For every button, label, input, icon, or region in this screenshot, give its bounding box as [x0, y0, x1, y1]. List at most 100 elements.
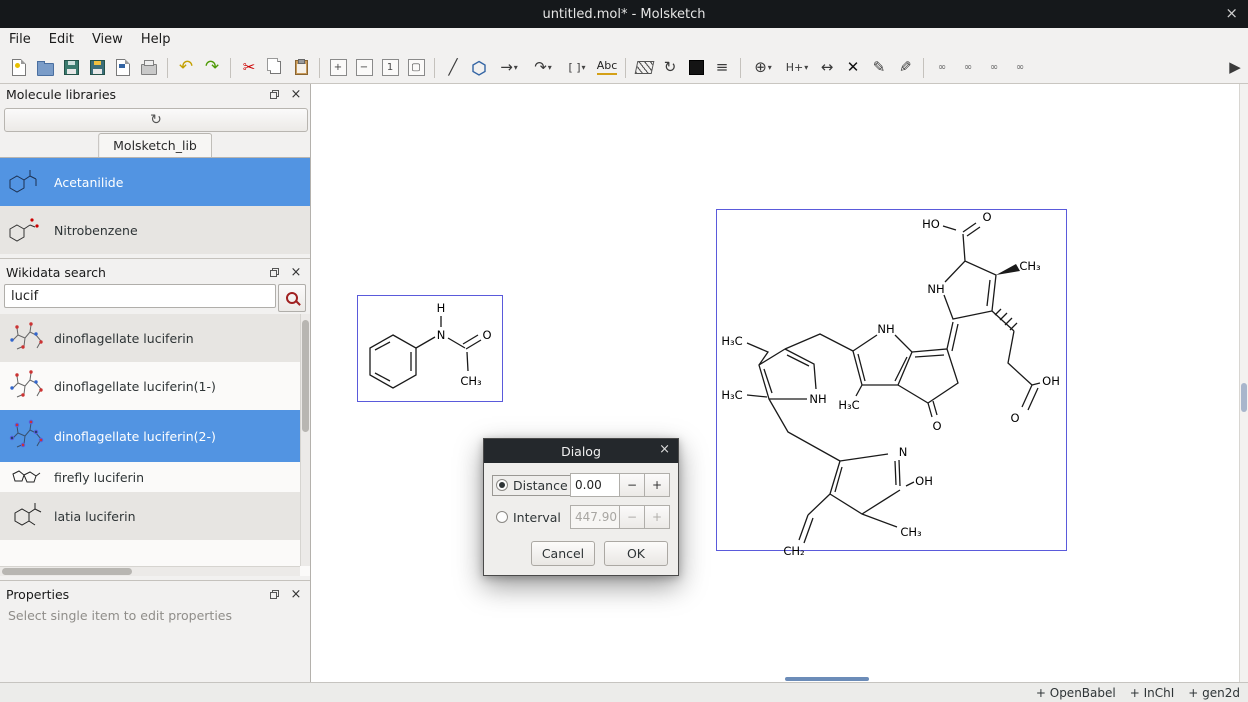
menu-view[interactable]: View — [83, 28, 132, 52]
redo-button[interactable]: ↷ — [199, 55, 225, 81]
openbabel-tool-3-button[interactable]: ∞ — [981, 55, 1007, 81]
zoom-fit-button[interactable]: ▢ — [403, 55, 429, 81]
menu-help[interactable]: Help — [132, 28, 180, 52]
toolbar-extension-button[interactable]: ▶ — [1222, 55, 1248, 81]
library-panel-title: Molecule libraries — [6, 87, 260, 102]
new-file-button[interactable] — [6, 55, 32, 81]
interval-radio[interactable] — [496, 511, 508, 523]
interval-option[interactable]: Interval — [492, 507, 568, 528]
atom-label: O — [1010, 411, 1019, 425]
library-item-acetanilide[interactable]: Acetanilide — [0, 158, 310, 206]
tab-molsketch-lib[interactable]: Molsketch_lib — [98, 133, 212, 157]
wikidata-item-dinoflagellate-luciferin-2[interactable]: dinoflagellate luciferin(2-) — [0, 410, 300, 462]
acetanilide-molecule[interactable]: H N O CH₃ — [370, 301, 492, 388]
toolbar-separator — [230, 58, 231, 78]
export-button[interactable] — [110, 55, 136, 81]
open-file-button[interactable] — [32, 55, 58, 81]
mechanism-arrow-button[interactable]: ↷▾ — [526, 55, 560, 81]
properties-panel-close-button[interactable]: × — [288, 586, 304, 602]
wikidata-item-label: dinoflagellate luciferin(1-) — [54, 379, 216, 394]
save-as-icon — [90, 60, 105, 75]
menu-file[interactable]: File — [0, 28, 40, 52]
distance-value-input[interactable]: 0.00 — [570, 473, 620, 497]
canvas-vertical-scrollbar[interactable] — [1239, 84, 1248, 682]
scrollbar-thumb[interactable] — [1241, 383, 1247, 412]
interval-value-input[interactable]: 447.90 — [570, 505, 620, 529]
zoom-in-button[interactable]: + — [325, 55, 351, 81]
large-molecule[interactable]: HO O CH₃ NH NH H₃C H₃C NH H₃C O OH O N O… — [721, 210, 1060, 558]
wikidata-panel-float-button[interactable] — [266, 264, 282, 280]
mechanism-arrow-icon: ↷ — [534, 60, 547, 75]
charge-tool-button[interactable]: ⊕▾ — [746, 55, 780, 81]
distance-decrement-button[interactable]: − — [619, 473, 645, 497]
canvas-horizontal-scrollbar-thumb[interactable] — [785, 677, 869, 681]
pen-tool-2-button[interactable]: ✎ — [892, 55, 918, 81]
copy-button[interactable] — [262, 55, 288, 81]
wikidata-item-firefly-luciferin[interactable]: firefly luciferin — [0, 462, 300, 492]
line-width-button[interactable]: ≡ — [709, 55, 735, 81]
ring-tool-button[interactable] — [466, 55, 492, 81]
flip-tool-button[interactable]: ↔ — [814, 55, 840, 81]
zoom-original-icon: 1 — [382, 59, 399, 76]
interval-decrement-button[interactable]: − — [619, 505, 645, 529]
dialog-titlebar[interactable]: Dialog × — [484, 439, 678, 463]
rotate-tool-button[interactable]: ↻ — [657, 55, 683, 81]
library-panel-close-button[interactable]: × — [288, 86, 304, 102]
toolbar-separator — [923, 58, 924, 78]
dialog-title: Dialog — [561, 444, 601, 459]
scrollbar-thumb[interactable] — [302, 320, 309, 432]
draw-bond-button[interactable]: ╱ — [440, 55, 466, 81]
interval-increment-button[interactable]: + — [644, 505, 670, 529]
dialog-close-button[interactable]: × — [659, 442, 670, 457]
open-folder-icon — [37, 63, 54, 76]
wikidata-search-input[interactable] — [4, 284, 276, 308]
text-tool-button[interactable]: Abc — [594, 55, 620, 81]
color-swatch-button[interactable] — [683, 55, 709, 81]
print-button[interactable] — [136, 55, 162, 81]
hatch-pattern-button[interactable] — [631, 55, 657, 81]
bracket-tool-button[interactable]: [ ]▾ — [560, 55, 594, 81]
dropdown-caret-icon: ▾ — [804, 63, 808, 72]
delete-tool-button[interactable]: ✕ — [840, 55, 866, 81]
atom-label: H₃C — [721, 388, 742, 402]
library-panel-float-button[interactable] — [266, 86, 282, 102]
dialog-window: Dialog × Distance 0.00 − + Interval 447.… — [483, 438, 679, 576]
distance-increment-button[interactable]: + — [644, 473, 670, 497]
paste-button[interactable] — [288, 55, 314, 81]
menu-edit[interactable]: Edit — [40, 28, 83, 52]
save-button[interactable] — [58, 55, 84, 81]
ok-button[interactable]: OK — [604, 541, 668, 566]
openbabel-tool-2-button[interactable]: ∞ — [955, 55, 981, 81]
library-refresh-button[interactable]: ↻ — [4, 108, 308, 132]
cut-button[interactable]: ✂ — [236, 55, 262, 81]
undo-button[interactable]: ↶ — [173, 55, 199, 81]
properties-panel-float-button[interactable] — [266, 586, 282, 602]
distance-option[interactable]: Distance — [492, 475, 575, 496]
save-as-button[interactable] — [84, 55, 110, 81]
zoom-out-button[interactable]: − — [351, 55, 377, 81]
library-item-label: Nitrobenzene — [54, 223, 138, 238]
atom-label: NH — [927, 282, 944, 296]
dropdown-caret-icon: ▾ — [768, 63, 772, 72]
window-close-button[interactable]: × — [1225, 4, 1238, 22]
cancel-button[interactable]: Cancel — [531, 541, 595, 566]
zoom-original-button[interactable]: 1 — [377, 55, 403, 81]
scrollbar-thumb[interactable] — [2, 568, 132, 575]
reaction-arrow-button[interactable]: →▾ — [492, 55, 526, 81]
wikidata-item-dinoflagellate-luciferin[interactable]: dinoflagellate luciferin — [0, 314, 300, 362]
wikidata-vertical-scrollbar[interactable] — [300, 314, 310, 566]
library-item-nitrobenzene[interactable]: Nitrobenzene — [0, 206, 310, 254]
wikidata-item-dinoflagellate-luciferin-1[interactable]: dinoflagellate luciferin(1-) — [0, 362, 300, 410]
wikidata-horizontal-scrollbar[interactable] — [0, 566, 300, 576]
distance-radio[interactable] — [496, 479, 508, 491]
openbabel-tool-4-button[interactable]: ∞ — [1007, 55, 1033, 81]
openbabel-tool-1-button[interactable]: ∞ — [929, 55, 955, 81]
hydrogen-tool-button[interactable]: H+▾ — [780, 55, 814, 81]
window-titlebar[interactable]: untitled.mol* - Molsketch × — [0, 0, 1248, 28]
wikidata-search-button[interactable] — [278, 284, 306, 312]
pen-tool-1-button[interactable]: ✎ — [866, 55, 892, 81]
status-openbabel: + OpenBabel — [1036, 686, 1116, 700]
wikidata-panel-close-button[interactable]: × — [288, 264, 304, 280]
wikidata-item-latia-luciferin[interactable]: latia luciferin — [0, 492, 300, 540]
canvas-area[interactable]: H N O CH₃ HO O CH₃ NH NH H₃C H₃C NH H₃C … — [311, 84, 1248, 682]
